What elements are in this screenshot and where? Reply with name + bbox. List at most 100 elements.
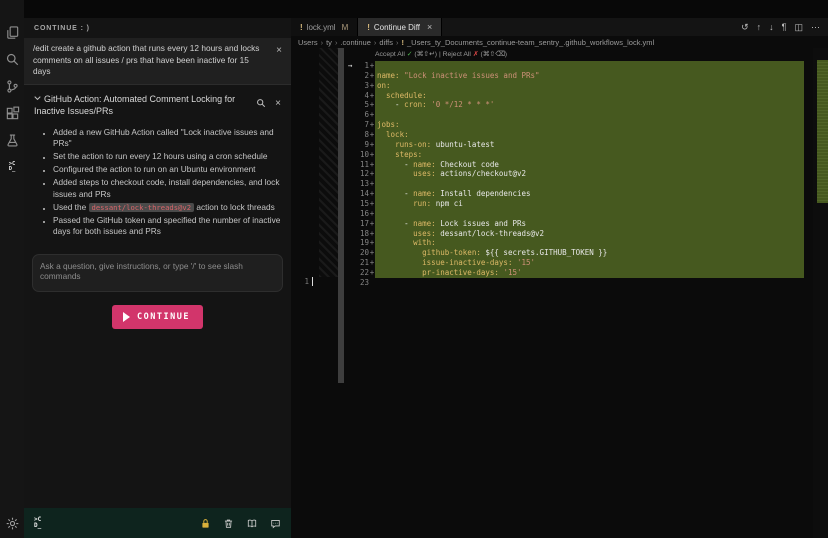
code-line: 2+name: "Lock inactive issues and PRs"	[344, 71, 804, 81]
codelens-divider: |	[439, 51, 441, 58]
code-line: 5+ - cron: '0 */12 * * *'	[344, 100, 804, 110]
code-line: 6+	[344, 110, 804, 120]
diff-inserted-placeholder	[319, 48, 338, 277]
minimap[interactable]	[813, 48, 828, 538]
breadcrumb-separator: ›	[335, 38, 338, 47]
source-control-icon[interactable]	[4, 78, 20, 94]
continue-button[interactable]: CONTINUE	[112, 305, 203, 329]
minimap-added-block	[817, 60, 828, 203]
play-icon	[123, 312, 130, 322]
code-line: 4+ schedule:	[344, 91, 804, 101]
accept-all-link[interactable]: Accept All	[375, 51, 405, 58]
trash-icon[interactable]	[223, 518, 234, 529]
diff-editor: 1 Accept All ✓ (⌘⇧↵) | Reject All ✗ (⌘⇧⌫…	[291, 48, 828, 538]
response-section: GitHub Action: Automated Comment Locking…	[24, 84, 291, 238]
panel-footer: >C D_	[24, 508, 291, 538]
search-icon[interactable]	[4, 51, 20, 67]
breadcrumb-item[interactable]: .continue	[340, 38, 370, 47]
response-section-title: GitHub Action: Automated Comment Locking…	[34, 92, 281, 118]
editor-actions: ↺ ↑ ↓ ¶ ◫ ⋯	[741, 18, 820, 36]
bullet-item: Set the action to run every 12 hours usi…	[53, 151, 281, 163]
code-line: 13+	[344, 179, 804, 189]
section-close-icon[interactable]: ×	[275, 99, 281, 109]
bullet-list: Added a new GitHub Action called "Lock i…	[34, 127, 281, 238]
code-line: 7+jobs:	[344, 120, 804, 130]
lock-icon[interactable]	[200, 518, 211, 529]
code-line: 12+ uses: actions/checkout@v2	[344, 169, 804, 179]
settings-gear-icon[interactable]	[4, 515, 20, 531]
prompt-close-icon[interactable]: ×	[276, 46, 282, 56]
continue-panel: CONTINUE : ) /edit create a github actio…	[24, 18, 291, 508]
continue-button-label: CONTINUE	[137, 312, 190, 322]
tab-lock-yml[interactable]: ! lock.yml M	[291, 18, 358, 36]
explorer-icon[interactable]	[4, 24, 20, 40]
original-line-number: 1	[291, 277, 309, 287]
code-line: 23	[344, 278, 804, 288]
yaml-file-icon: !	[402, 38, 405, 47]
breadcrumb-file[interactable]: _Users_ty_Documents_continue-team_sentry…	[407, 38, 654, 47]
reject-shortcut: (⌘⇧⌫)	[480, 51, 507, 58]
code-line: 16+	[344, 209, 804, 219]
breadcrumb: Users › ty › .continue › diffs › ! _User…	[291, 36, 828, 48]
breadcrumb-item[interactable]: ty	[326, 38, 332, 47]
bullet-item: Passed the GitHub token and specified th…	[53, 215, 281, 238]
breadcrumb-separator: ›	[321, 38, 324, 47]
testing-flask-icon[interactable]	[4, 132, 20, 148]
more-actions-icon[interactable]: ⋯	[811, 18, 820, 36]
breadcrumb-item[interactable]: diffs	[379, 38, 393, 47]
text-cursor	[312, 277, 313, 286]
check-icon: ✓	[407, 51, 413, 58]
tab-continue-diff[interactable]: ! Continue Diff ×	[358, 18, 442, 36]
breadcrumb-separator: ›	[396, 38, 399, 47]
breadcrumb-item[interactable]: Users	[298, 38, 318, 47]
panel-title: CONTINUE : )	[24, 18, 291, 38]
activity-bar: >C D_	[0, 0, 24, 538]
next-change-icon[interactable]: ↓	[769, 18, 774, 36]
chevron-down-icon[interactable]	[34, 92, 41, 105]
magnifier-icon[interactable]	[256, 95, 266, 113]
code-lines[interactable]: →1+2+name: "Lock inactive issues and PRs…	[344, 61, 804, 288]
code-line: 22+ pr-inactive-days: '15'	[344, 268, 804, 278]
x-icon: ✗	[473, 51, 479, 58]
continue-extension-icon[interactable]: >C D_	[4, 159, 20, 175]
comment-icon[interactable]	[270, 518, 281, 529]
tab-label: lock.yml	[307, 23, 336, 32]
code-line: 8+ lock:	[344, 130, 804, 140]
code-line: →1+	[344, 61, 804, 71]
whitespace-toggle-icon[interactable]: ¶	[782, 18, 787, 36]
discard-icon[interactable]: ↺	[741, 18, 749, 36]
code-line: 19+ with:	[344, 238, 804, 248]
prompt-message: /edit create a github action that runs e…	[24, 38, 291, 84]
code-line: 21+ issue-inactive-days: '15'	[344, 258, 804, 268]
previous-change-icon[interactable]: ↑	[757, 18, 762, 36]
editor-group: ! lock.yml M ! Continue Diff × ↺ ↑ ↓ ¶ ◫…	[291, 18, 828, 538]
bullet-item: Added a new GitHub Action called "Lock i…	[53, 127, 281, 150]
code-line: 9+ runs-on: ubuntu-latest	[344, 140, 804, 150]
code-line: 15+ run: npm ci	[344, 199, 804, 209]
bullet-item: Added steps to checkout code, install de…	[53, 177, 281, 200]
tab-close-icon[interactable]: ×	[427, 22, 432, 32]
yaml-file-icon: !	[367, 23, 370, 32]
split-editor-icon[interactable]: ◫	[794, 18, 803, 36]
vscode-window: >C D_ CONTINUE : ) /edit create a github…	[0, 0, 828, 538]
bullet-item: Configured the action to run on an Ubunt…	[53, 164, 281, 176]
tab-label: Continue Diff	[374, 23, 420, 32]
modified-pane: Accept All ✓ (⌘⇧↵) | Reject All ✗ (⌘⇧⌫) …	[344, 48, 804, 288]
code-line: 17+ - name: Lock issues and PRs	[344, 219, 804, 229]
ask-input[interactable]	[32, 254, 283, 292]
code-line: 11+ - name: Checkout code	[344, 160, 804, 170]
bullet-item: Used the dessant/lock-threads@v2 action …	[53, 202, 281, 214]
code-line: 20+ github-token: ${{ secrets.GITHUB_TOK…	[344, 248, 804, 258]
modified-badge: M	[342, 23, 349, 32]
prompt-text: /edit create a github action that runs e…	[33, 43, 259, 76]
yaml-file-icon: !	[300, 23, 303, 32]
accept-shortcut: (⌘⇧↵)	[414, 51, 437, 58]
book-icon[interactable]	[246, 518, 258, 529]
code-line: 10+ steps:	[344, 150, 804, 160]
extensions-icon[interactable]	[4, 105, 20, 121]
diff-codelens: Accept All ✓ (⌘⇧↵) | Reject All ✗ (⌘⇧⌫)	[344, 48, 804, 61]
code-line: 3+on:	[344, 81, 804, 91]
continue-logo: >C D_	[34, 517, 41, 529]
reject-all-link[interactable]: Reject All	[443, 51, 471, 58]
breadcrumb-separator: ›	[374, 38, 377, 47]
